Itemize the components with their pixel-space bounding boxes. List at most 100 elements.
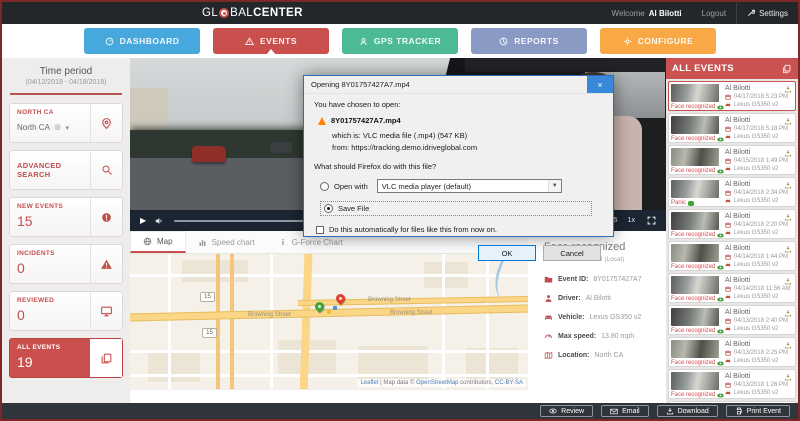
eye-icon [717,361,724,366]
fullscreen-button[interactable] [647,216,656,225]
eye-icon [717,393,724,398]
event-thumbnail[interactable] [671,84,719,102]
auto-checkbox[interactable] [316,226,324,234]
alert-badge-icon [100,211,113,224]
car-icon [725,358,731,364]
event-list-item[interactable]: Face recognized Al Bilotti 04/15/2018 1:… [668,145,796,175]
event-thumbnail[interactable] [671,148,719,166]
chevron-down-icon[interactable]: ▾ [65,124,69,132]
copies-icon-button[interactable] [90,339,122,377]
nav-events-button[interactable]: EVENTS [213,28,329,54]
event-list-item[interactable]: Face recognized Al Bilotti 04/13/2018 2:… [668,305,796,335]
highway-shield: 15 [200,292,215,302]
review-button[interactable]: Review [540,405,593,417]
download-icon[interactable] [784,309,792,317]
auto-checkbox-row[interactable]: Do this automatically for files like thi… [316,225,603,234]
close-icon[interactable]: × [587,76,613,93]
file-name: 8Y01757427A7.mp4 [331,116,401,125]
dialog-titlebar[interactable]: Opening 8Y01757427A7.mp4 × [304,76,613,94]
cancel-button[interactable]: Cancel [543,245,601,261]
search-button[interactable] [90,151,122,189]
print-event-button[interactable]: Print Event [726,405,790,417]
event-dot-marker[interactable] [333,306,337,310]
leaflet-link[interactable]: Leaflet [360,380,378,386]
event-thumbnail[interactable] [671,244,719,262]
tab-speed-chart[interactable]: Speed chart [186,231,267,253]
event-driver-name: Al Bilotti [725,213,793,220]
alert-badge-button[interactable] [90,198,122,236]
open-with-radio[interactable] [320,182,329,191]
new-events-card[interactable]: NEW EVENTS 15 [9,197,123,237]
tab-map[interactable]: Map [130,231,186,253]
osm-link[interactable]: OpenStreetMap [416,380,458,386]
print-list-icon[interactable] [782,64,792,74]
clear-icon[interactable]: ⊗ [54,122,62,133]
event-thumbnail[interactable] [671,340,719,358]
incidents-card[interactable]: INCIDENTS 0 [9,244,123,284]
license-link[interactable]: CC-BY-SA [495,380,523,386]
all-events-card[interactable]: ALL EVENTS 19 [9,338,123,378]
open-with-select[interactable]: VLC media player (default) ▼ [377,179,562,193]
event-thumbnail[interactable] [671,212,719,230]
download-icon[interactable] [784,245,792,253]
eye-icon [717,137,724,142]
nav-dashboard-button[interactable]: DASHBOARD [84,28,200,54]
event-list-item[interactable]: Face recognized Al Bilotti 04/13/2018 2:… [668,337,796,367]
event-list-item[interactable]: Face recognized Al Bilotti 04/14/2018 2:… [668,209,796,239]
nav-configure-button[interactable]: CONFIGURE [600,28,716,54]
save-file-row[interactable]: Save File [320,201,592,216]
settings-link[interactable]: Settings [736,2,798,24]
event-list-item[interactable]: Face recognized Al Bilotti 04/17/2018 5:… [668,81,796,111]
event-list-item[interactable]: Face recognized Al Bilotti 04/14/2018 11… [668,273,796,303]
event-list-item[interactable]: Face recognized Al Bilotti 04/17/2018 5:… [668,113,796,143]
event-list-item[interactable]: Panic Al Bilotti 04/14/2018 2:34 PM Lexu… [668,177,796,207]
event-driver-name: Al Bilotti [725,341,793,348]
region-select[interactable]: North CA ⊗ ▾ [17,122,83,133]
save-file-radio[interactable] [324,204,333,213]
download-icon[interactable] [784,277,792,285]
download-icon[interactable] [784,213,792,221]
incidents-icon-button[interactable] [90,245,122,283]
playback-rate-button[interactable]: 1x [628,217,635,224]
download-button[interactable]: Download [657,405,718,417]
download-icon[interactable] [784,341,792,349]
email-button[interactable]: Email [601,405,649,417]
dialog-intro: You have chosen to open: [314,100,603,109]
event-thumbnail[interactable] [671,372,719,390]
event-vehicle-line: Lexus GS350 v2 [725,294,793,300]
eye-icon [549,408,557,414]
eye-icon [717,169,724,174]
panic-icon [688,201,694,206]
event-thumbnail[interactable] [671,180,719,198]
left-sidebar: Time period (04/12/2018 - 04/18/2018) NO… [2,58,130,403]
download-icon[interactable] [784,117,792,125]
nav-gps-tracker-button[interactable]: GPS TRACKER [342,28,458,54]
download-icon[interactable] [784,373,792,381]
map-panel[interactable]: 15 15 Browning Street Browning Street Br… [130,254,528,390]
car-icon [725,198,731,204]
region-pin-button[interactable] [90,104,122,142]
warning-triangle-icon [245,37,254,46]
event-list-item[interactable]: Face recognized Al Bilotti 04/13/2018 1:… [668,369,796,399]
event-thumbnail[interactable] [671,116,719,134]
event-dot-marker[interactable] [327,310,331,314]
play-button[interactable]: ▶ [140,216,146,225]
event-thumbnail[interactable] [671,276,719,294]
ok-button[interactable]: OK [478,245,536,261]
nav-reports-button[interactable]: REPORTS [471,28,587,54]
event-list-item[interactable]: Face recognized Al Bilotti 04/14/2018 1:… [668,241,796,271]
download-icon[interactable] [784,85,792,93]
logout-link[interactable]: Logout [692,2,736,24]
new-events-count: 15 [17,213,83,229]
download-icon[interactable] [784,181,792,189]
download-icon[interactable] [784,149,792,157]
download-dialog: Opening 8Y01757427A7.mp4 × You have chos… [303,75,614,237]
reviewed-card[interactable]: REVIEWED 0 [9,291,123,331]
file-row: 8Y01757427A7.mp4 [318,116,603,125]
event-driver-name: Al Bilotti [725,181,793,188]
advanced-search-card[interactable]: ADVANCED SEARCH [9,150,123,190]
wrench-icon [747,9,755,17]
event-thumbnail[interactable] [671,308,719,326]
monitor-icon-button[interactable] [90,292,122,330]
volume-icon[interactable] [154,216,164,226]
